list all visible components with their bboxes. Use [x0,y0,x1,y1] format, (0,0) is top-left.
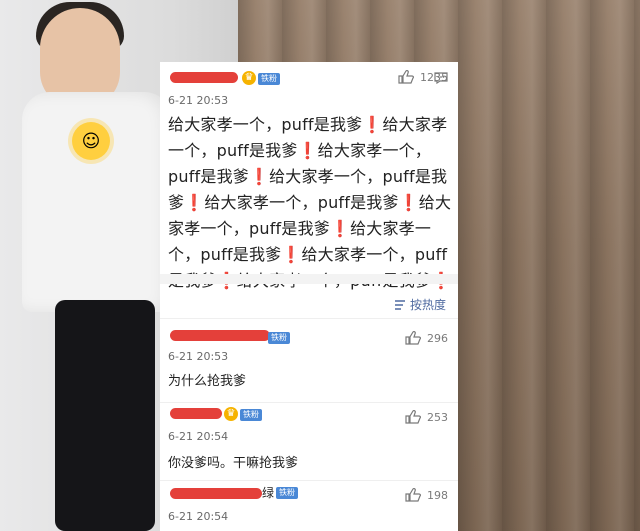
comment-icon[interactable] [434,72,448,84]
post-body-text: 给大家孝一个，puff是我爹❗给大家孝一个，puff是我爹❗给大家孝一个，puf… [168,115,452,290]
fan-badge: 铁粉 [240,409,262,421]
sort-label: 按热度 [409,298,446,312]
divider-line [160,480,458,481]
divider-line [160,318,458,319]
comment-text: 为什么抢我爹 [168,374,247,389]
post-header: ♛ 铁粉 1235 6-21 20:53 [160,70,458,110]
comment-text: 你没爹吗。干嘛抢我爹 [168,456,299,471]
comment-like-button[interactable]: 253 [405,410,448,424]
thumbs-up-icon [398,70,414,84]
comment-row: ♛ 铁粉 253 6-21 20:54 你没爹吗。干嘛抢我爹 [160,406,458,480]
vip-crown-icon: ♛ [242,71,256,85]
divider-line [160,402,458,403]
sort-icon [394,299,405,310]
fan-badge: 铁粉 [258,73,280,85]
thumbs-up-icon [405,488,421,502]
thumbs-up-icon [405,331,421,345]
fan-badge: 铁粉 [276,487,298,499]
comment-row: 绿 铁粉 198 6-21 20:54 [160,484,458,531]
vip-crown-icon: ♛ [224,407,238,421]
username-suffix: 绿 [262,486,275,500]
redacted-username [170,72,238,83]
comment-like-count: 198 [427,488,448,502]
fan-badge: 铁粉 [268,332,290,344]
sort-by-popularity-button[interactable]: 按热度 [394,296,446,313]
person-pants [55,300,155,531]
post-timestamp: 6-21 20:53 [168,94,229,107]
section-divider [160,274,458,284]
comment-like-button[interactable]: 296 [405,331,448,345]
comment-timestamp: 6-21 20:53 [168,350,229,363]
comment-timestamp: 6-21 20:54 [168,510,229,523]
sun-emoji-sticker: ☺ [72,122,110,160]
comment-screenshot-panel: ♛ 铁粉 1235 6-21 20:53 给大家孝一个，puff是我爹❗给大家孝… [160,62,458,531]
comment-row: 铁粉 296 6-21 20:53 为什么抢我爹 [160,324,458,398]
comment-like-button[interactable]: 198 [405,488,448,502]
redacted-username [170,488,262,499]
comment-timestamp: 6-21 20:54 [168,430,229,443]
redacted-username [170,408,222,419]
comment-like-count: 296 [427,331,448,345]
comment-like-count: 253 [427,410,448,424]
redacted-username [170,330,270,341]
thumbs-up-icon [405,410,421,424]
